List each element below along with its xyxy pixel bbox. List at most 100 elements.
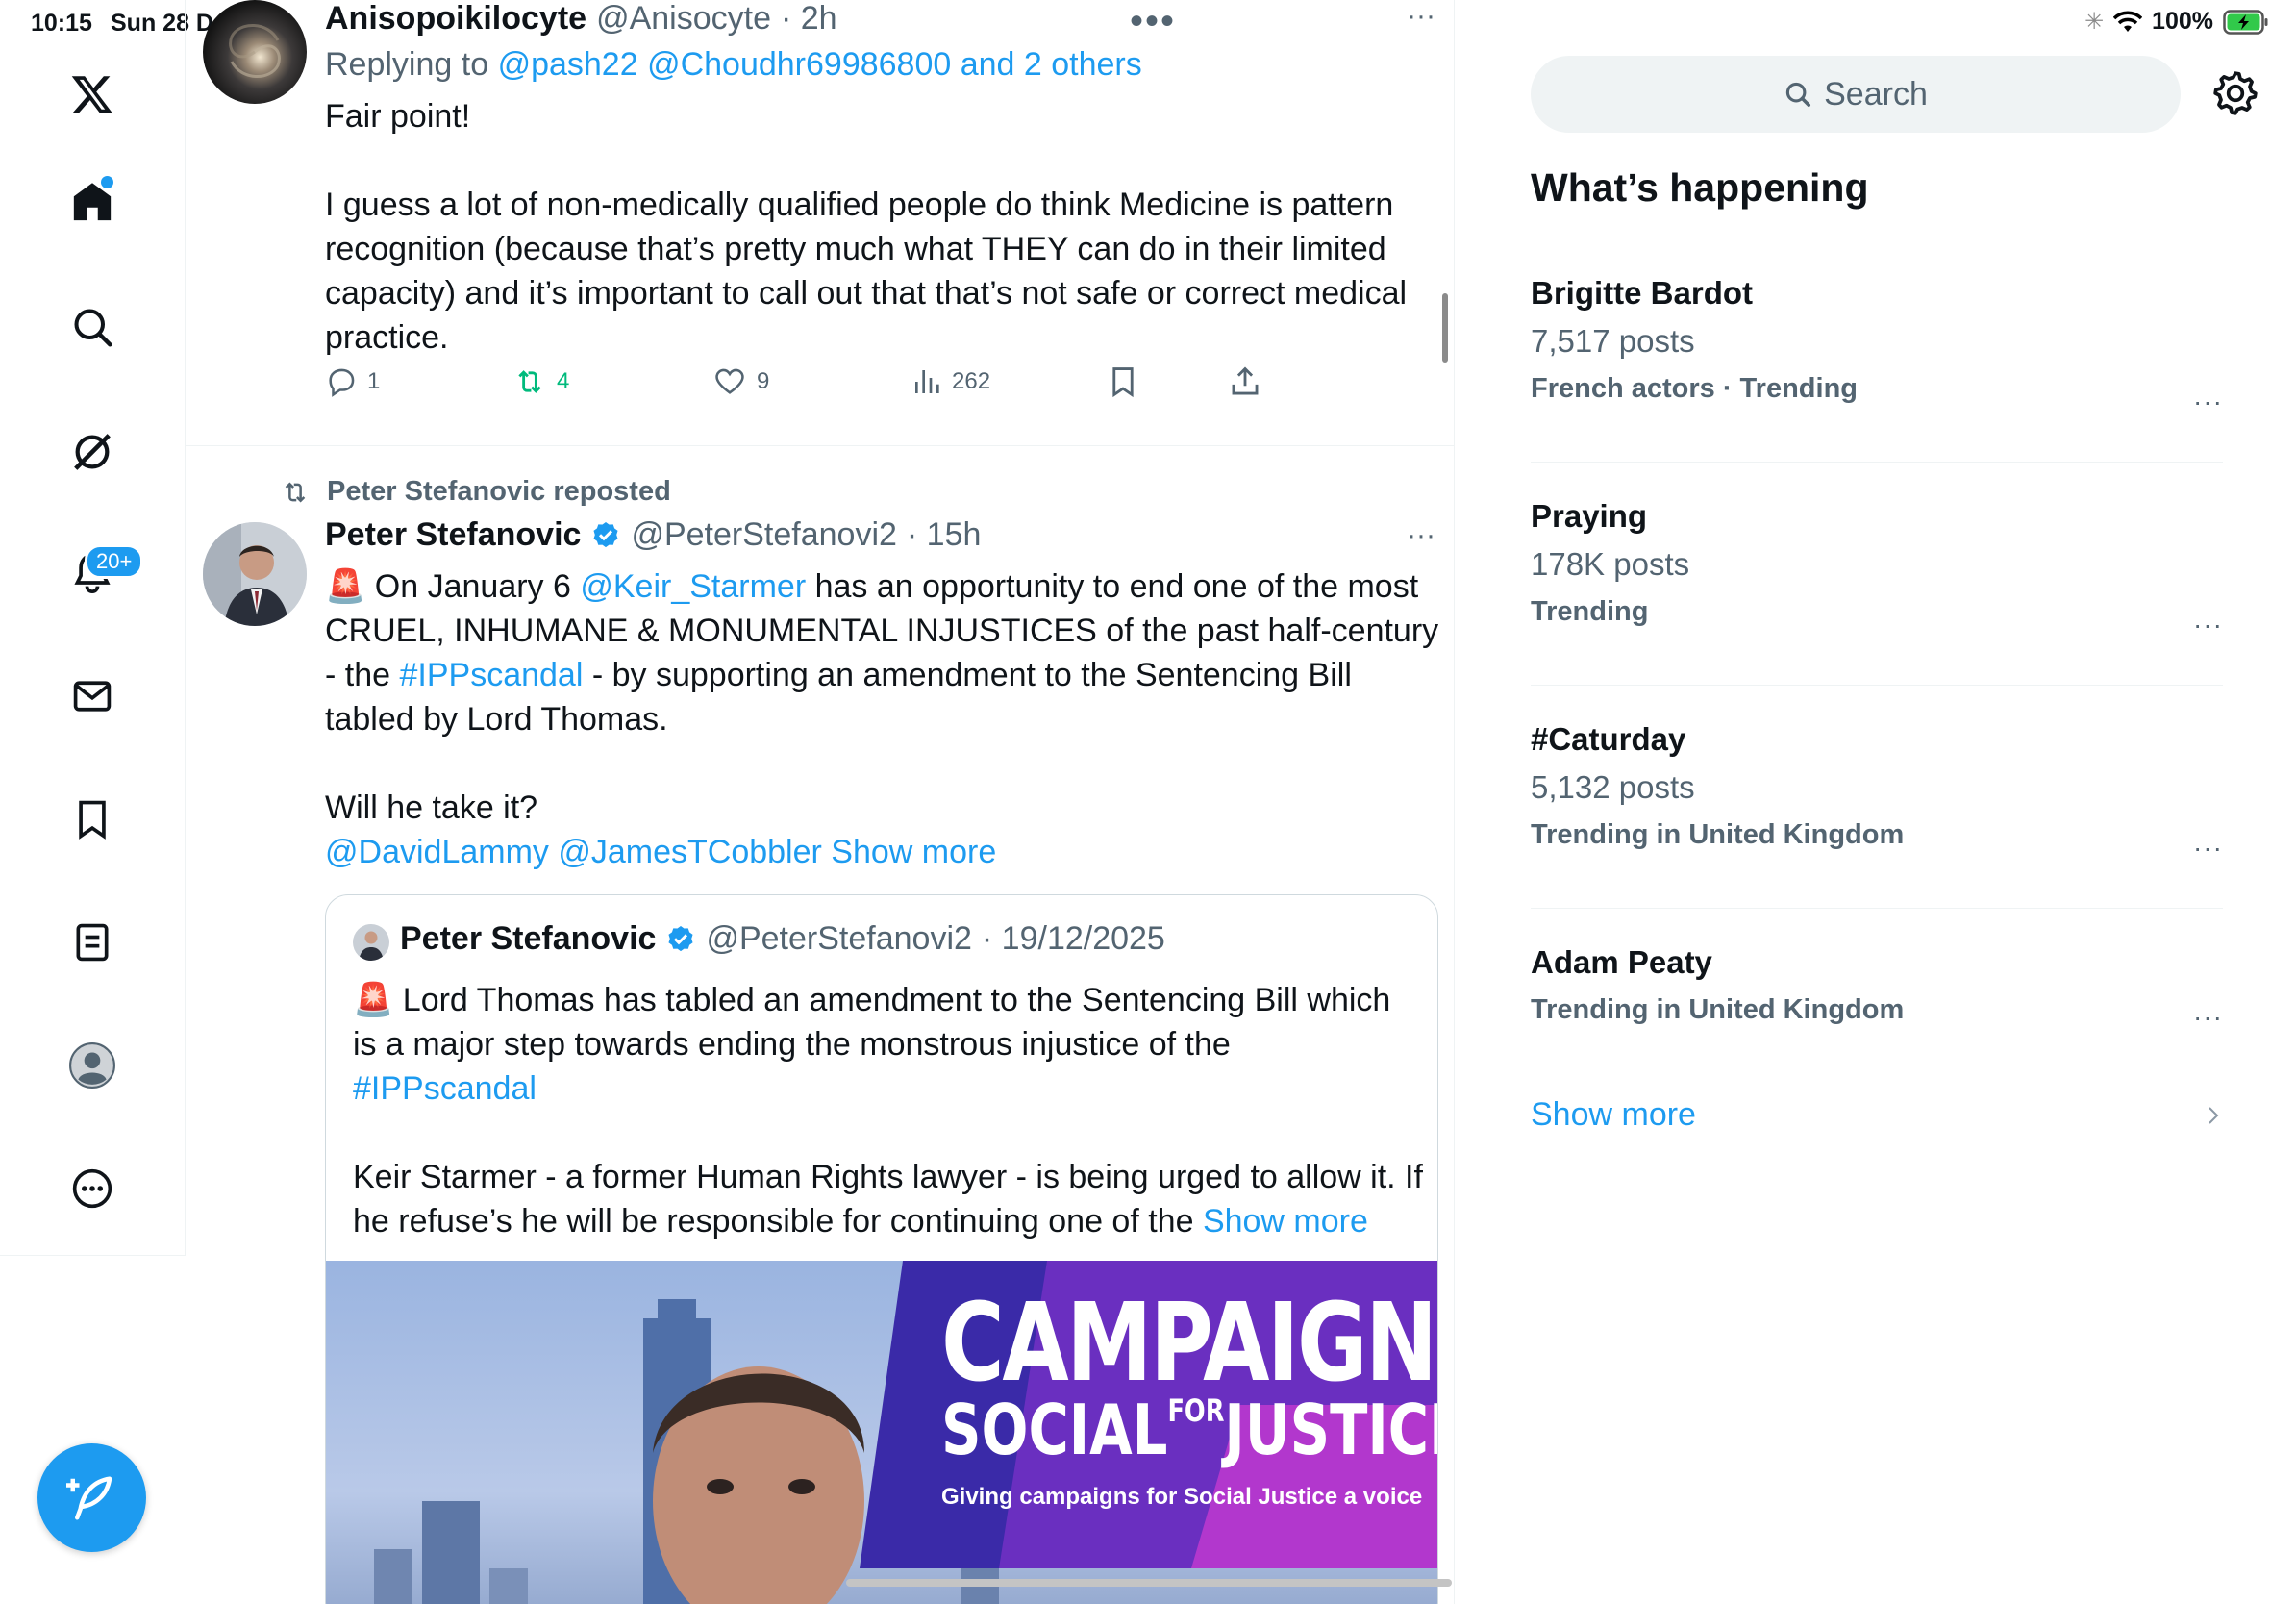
timeline-feed: Anisopoikilocyte @Anisocyte · 2h ••• ···… xyxy=(186,0,1455,1604)
media-horizontal-scrollbar[interactable] xyxy=(846,1579,1452,1587)
peter-stefanovic-avatar[interactable] xyxy=(203,522,307,626)
trend-meta: Trending in United Kingdom xyxy=(1531,819,1905,850)
tweet2-handle[interactable]: @PeterStefanovi2 xyxy=(631,516,896,554)
search-field-icon xyxy=(1785,82,1811,107)
chevron-right-icon xyxy=(2209,1106,2219,1124)
settings-gear-icon[interactable] xyxy=(2211,69,2259,117)
feed-vertical-scrollbar[interactable] xyxy=(1442,293,1448,363)
trend-post-count: 178K posts xyxy=(1531,546,1690,582)
search-placeholder: Search xyxy=(1824,75,1928,113)
repost-context-label[interactable]: Peter Stefanovic reposted xyxy=(327,476,671,508)
trend-divider xyxy=(1531,685,2223,686)
tweet2-text-body: 🚨 On January 6 @Keir_Starmer has an oppo… xyxy=(325,568,1439,738)
tweet1-text-intro: Fair point! xyxy=(325,98,471,135)
quote-handle: @PeterStefanovi2 xyxy=(706,920,972,957)
bookmark-icon xyxy=(1112,367,1134,398)
profile-avatar-icon[interactable] xyxy=(63,1037,121,1094)
status-indicators: ✳ 100% xyxy=(2084,8,2269,36)
trend-name: #Caturday xyxy=(1531,721,1686,757)
trend-divider xyxy=(1531,462,2223,463)
tweet2-text-question: Will he take it? xyxy=(325,789,538,826)
quote-hashtag-link[interactable]: #IPPscandal xyxy=(353,1070,537,1107)
trend-item[interactable]: Adam Peaty Trending in United Kingdom ··… xyxy=(1531,944,2223,1032)
tweet2-more-icon[interactable]: ··· xyxy=(1407,519,1435,552)
trend-meta: French actors · Trending xyxy=(1531,373,1858,404)
trend-more-icon[interactable]: ··· xyxy=(2193,833,2223,864)
repost-icon xyxy=(518,370,541,393)
quote-show-more-link[interactable]: Show more xyxy=(1203,1203,1368,1240)
tweet1-handle[interactable]: @Anisocyte xyxy=(596,0,771,38)
reply-icon xyxy=(329,368,355,397)
quoted-tweet-card[interactable]: Peter Stefanovic @PeterStefanovi2 · 19/1… xyxy=(325,894,1438,1604)
tweet2-show-more-link[interactable]: Show more xyxy=(831,834,996,870)
tweet1-share-button[interactable] xyxy=(1229,365,1261,398)
tweet2-mentions-line: @DavidLammy @JamesTCobbler Show more xyxy=(325,830,996,874)
compose-post-button[interactable] xyxy=(37,1443,146,1552)
messages-mail-icon[interactable] xyxy=(63,667,121,725)
campaign-tagline: Giving campaigns for Social Justice a vo… xyxy=(941,1484,1423,1510)
mentions-link[interactable]: @DavidLammy @JamesTCobbler xyxy=(325,834,822,870)
bookmarks-icon[interactable] xyxy=(63,790,121,848)
hashtag-ippscandal-link[interactable]: #IPPscandal xyxy=(399,657,583,693)
tweet1-repost-count: 4 xyxy=(557,368,570,394)
quote-siren-emoji: 🚨 xyxy=(353,982,394,1018)
verified-badge-icon xyxy=(593,521,618,547)
compose-feather-icon xyxy=(65,1476,112,1519)
trend-item[interactable]: #Caturday 5,132 posts Trending in United… xyxy=(1531,721,2223,863)
trend-meta: Trending in United Kingdom xyxy=(1531,994,1905,1025)
replying-to-label: Replying to xyxy=(325,46,489,83)
more-options-icon[interactable] xyxy=(63,1160,121,1217)
whats-happening-heading: What’s happening xyxy=(1531,165,1869,210)
share-icon xyxy=(1232,366,1259,395)
anisopoikilocyte-avatar[interactable] xyxy=(203,0,307,104)
grok-icon[interactable] xyxy=(63,423,121,481)
trend-post-count: 7,517 posts xyxy=(1531,323,1695,359)
x-logo-icon[interactable] xyxy=(63,65,121,123)
sidebar-show-more-label: Show more xyxy=(1531,1096,1696,1133)
quote-text-part1: 🚨 Lord Thomas has tabled an amendment to… xyxy=(353,982,1391,1107)
quote-date: · 19/12/2025 xyxy=(981,920,1165,957)
tweet-divider xyxy=(186,445,1454,446)
wifi-icon xyxy=(2113,11,2143,32)
trend-more-icon[interactable]: ··· xyxy=(2193,387,2223,417)
quote-text-part2: Keir Starmer - a former Human Rights law… xyxy=(353,1159,1423,1240)
tweet1-bookmark-button[interactable] xyxy=(1107,365,1139,398)
tweet1-view-count: 262 xyxy=(952,368,991,394)
sidebar-show-more[interactable]: Show more xyxy=(1531,1096,2223,1134)
repost-context-icon xyxy=(285,481,306,503)
campaign-title: CAMPAIGN xyxy=(941,1281,1437,1406)
trend-post-count: 5,132 posts xyxy=(1531,769,1695,805)
trend-item[interactable]: Brigitte Bardot 7,517 posts French actor… xyxy=(1531,275,2223,416)
quote-author-name: Peter Stefanovic xyxy=(400,920,657,957)
tweet1-reply-button[interactable]: 1 xyxy=(325,365,380,398)
mention-keir-starmer-link[interactable]: @Keir_Starmer xyxy=(580,568,806,605)
trend-more-icon[interactable]: ··· xyxy=(2193,1002,2223,1033)
tweet1-replying-to: Replying to @pash22 @Choudhr69986800 and… xyxy=(325,46,1142,84)
lists-icon[interactable] xyxy=(63,914,121,971)
trend-divider xyxy=(1531,908,2223,909)
replying-to-users-link[interactable]: @pash22 @Choudhr69986800 and 2 others xyxy=(498,46,1142,83)
trend-more-icon[interactable]: ··· xyxy=(2193,610,2223,640)
tweet1-more-icon[interactable]: ··· xyxy=(1407,0,1435,33)
tweet2-author-name[interactable]: Peter Stefanovic xyxy=(325,516,581,554)
trend-item[interactable]: Praying 178K posts Trending ··· xyxy=(1531,498,2223,639)
quote-author-avatar xyxy=(353,924,389,961)
tweet1-repost-button[interactable]: 4 xyxy=(512,365,569,398)
tweet2-header: Peter Stefanovic @PeterStefanovi2 · 15h xyxy=(325,516,981,554)
tweet1-like-button[interactable]: 9 xyxy=(712,365,769,398)
tweet1-author-name[interactable]: Anisopoikilocyte xyxy=(325,0,586,38)
tweet1-grok-more-icon[interactable]: ••• xyxy=(1130,0,1176,43)
quote-video-media[interactable]: CAMPAIGN SOCIALFORJUSTICE Giving campaig… xyxy=(326,1261,1437,1604)
search-input[interactable]: Search xyxy=(1531,56,2181,133)
search-icon[interactable] xyxy=(63,298,121,356)
trend-name: Brigitte Bardot xyxy=(1531,275,1753,311)
battery-percent: 100% xyxy=(2152,8,2213,35)
siren-emoji: 🚨 xyxy=(325,568,366,605)
tweet1-views-button[interactable]: 262 xyxy=(911,365,990,398)
tweet1-reply-count: 1 xyxy=(367,368,381,394)
campaign-subtitle: SOCIALFORJUSTICE xyxy=(941,1390,1437,1470)
tweet2-time[interactable]: · 15h xyxy=(907,516,982,554)
trend-meta: Trending xyxy=(1531,596,1649,627)
views-chart-icon xyxy=(915,370,939,393)
tweet1-time[interactable]: · 2h xyxy=(781,0,837,38)
